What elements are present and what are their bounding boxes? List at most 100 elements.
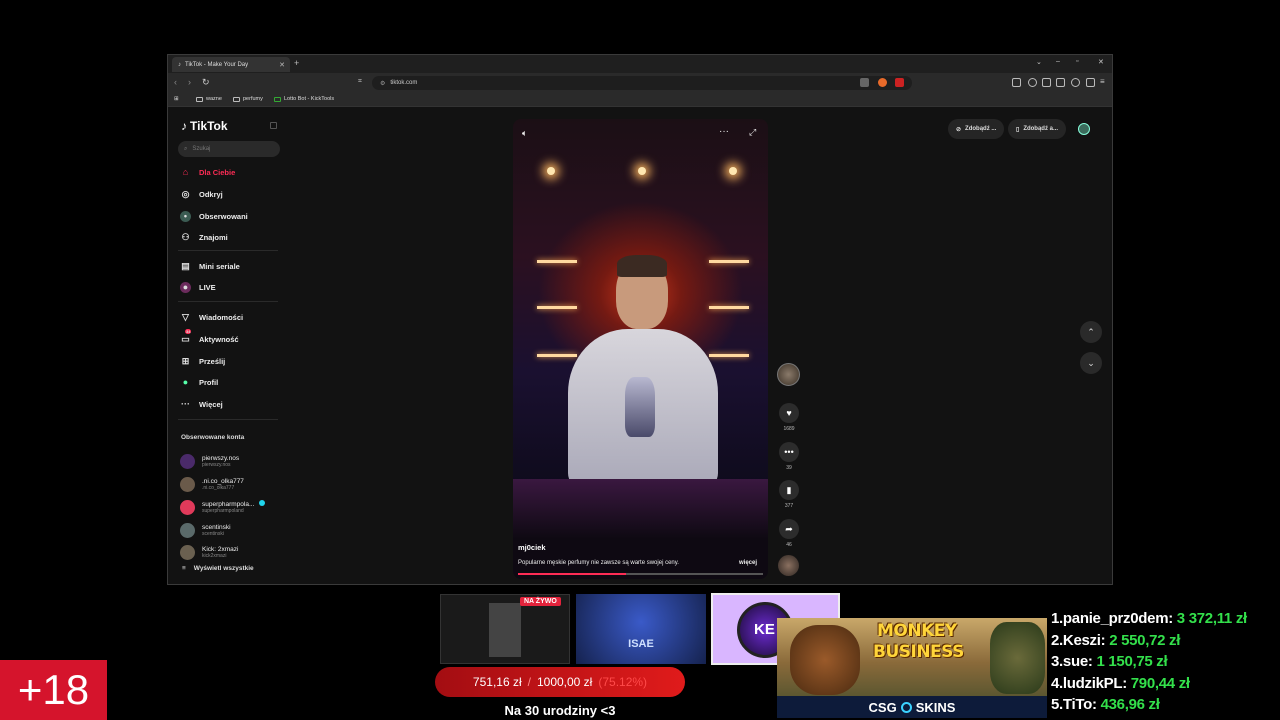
followed-account[interactable]: .ni.co_olka777 .ni.co_olka777 xyxy=(180,475,244,493)
stream-thumbnail[interactable] xyxy=(576,594,706,664)
vpn-icon[interactable] xyxy=(1086,78,1095,87)
tab-search-icon[interactable]: ⌄ xyxy=(1036,58,1042,66)
music-disc-icon[interactable] xyxy=(778,555,799,576)
nav-more[interactable]: ··· Więcej xyxy=(180,397,223,411)
comment-button[interactable]: ••• 39 xyxy=(777,442,801,471)
tiktok-note-icon: ♪ xyxy=(181,119,187,133)
bookmark-lotto-bot[interactable]: Lotto Bot - KickTools xyxy=(274,96,334,102)
divider xyxy=(178,301,278,302)
avatar xyxy=(180,453,195,469)
video-caption: Popularne męskie perfumy nie zawsze są w… xyxy=(518,560,679,566)
reload-button[interactable]: ↻ xyxy=(202,77,210,88)
heart-icon: ♥ xyxy=(779,403,799,423)
video-author[interactable]: mj0ciek xyxy=(518,543,546,552)
leo-icon[interactable] xyxy=(1071,78,1080,87)
fullscreen-icon[interactable]: ⤢ xyxy=(749,127,756,138)
list-icon: ≡ xyxy=(182,565,186,572)
tiktok-logo[interactable]: ♪ TikTok xyxy=(181,119,228,133)
collapse-sidebar-icon[interactable] xyxy=(270,122,277,129)
wallet-icon[interactable] xyxy=(1056,78,1065,87)
following-avatar-icon: • xyxy=(180,210,191,222)
leaderboard-row: 2.Keszi: 2 550,72 zł xyxy=(1051,631,1181,649)
bookmark-wazne[interactable]: wazne xyxy=(196,96,222,102)
rewards-icon[interactable] xyxy=(895,78,904,87)
minimize-button[interactable]: – xyxy=(1056,58,1060,65)
creator-avatar[interactable] xyxy=(777,363,800,386)
extensions-icon[interactable] xyxy=(1012,78,1021,87)
compass-icon: ◎ xyxy=(181,188,190,199)
shelf-light xyxy=(537,260,577,263)
share-icon: ➦ xyxy=(779,519,799,539)
presenter-hair xyxy=(617,255,667,277)
divider xyxy=(178,250,278,251)
menu-icon[interactable]: ≡ xyxy=(1100,77,1105,86)
save-button[interactable]: ▮ 377 xyxy=(777,480,801,509)
followed-account[interactable]: superpharmpola... superpharmpoland xyxy=(180,498,266,516)
back-button[interactable]: ‹ xyxy=(174,77,177,87)
coin-icon: ⊘ xyxy=(956,126,962,133)
site-info-icon[interactable]: ⚙ xyxy=(380,80,385,87)
send-icon: ▽ xyxy=(182,311,189,322)
user-avatar[interactable] xyxy=(1078,123,1090,135)
previous-video-button[interactable]: ⌃ xyxy=(1080,321,1102,343)
series-icon: ▤ xyxy=(181,260,190,271)
folder-icon xyxy=(196,96,203,102)
divider xyxy=(178,419,278,420)
video-progress[interactable] xyxy=(518,573,763,575)
nav-for-you[interactable]: ⌂ Dla Ciebie xyxy=(180,165,235,179)
followed-account[interactable]: pierwszy.nos pierwszy.nos xyxy=(180,452,239,470)
nav-following[interactable]: • Obserwowani xyxy=(180,209,248,223)
show-all-button[interactable]: ≡ Wyświetl wszystkie xyxy=(182,565,254,572)
search-input[interactable]: ⌕ Szukaj xyxy=(178,141,280,157)
brave-shield-icon[interactable] xyxy=(878,78,887,87)
next-video-button[interactable]: ⌄ xyxy=(1080,352,1102,374)
goal-percent: (75.12%) xyxy=(598,675,648,689)
music-icon[interactable] xyxy=(1028,78,1037,87)
volume-icon[interactable]: 🔈︎ xyxy=(522,128,527,139)
nav-mini-series[interactable]: ▤ Mini seriale xyxy=(180,259,240,273)
like-button[interactable]: ♥ 1689 xyxy=(777,403,801,432)
nav-activity[interactable]: ▭ 34 Aktywność xyxy=(180,328,239,346)
video-player[interactable]: 🔈︎ ··· ⤢ mj0ciek Popularne męskie perfum… xyxy=(513,119,768,579)
more-options-icon[interactable]: ··· xyxy=(719,126,729,137)
bookmark-perfumy[interactable]: perfumy xyxy=(233,96,263,102)
url-bar[interactable]: ⚙ tiktok.com xyxy=(372,76,912,90)
new-tab-button[interactable]: + xyxy=(294,58,299,68)
shelf-light xyxy=(709,306,749,309)
apps-icon[interactable]: ⊞ xyxy=(174,96,179,102)
perfume-bottle xyxy=(625,377,655,437)
monkey-character xyxy=(790,625,860,695)
nav-profile[interactable]: ● Profil xyxy=(180,375,218,389)
bookmark-icon[interactable]: ⌗ xyxy=(358,78,362,86)
shelf-light xyxy=(709,260,749,263)
leaderboard-row: 5.TiTo: 436,96 zł xyxy=(1051,696,1160,714)
followed-account[interactable]: scentinski scentinski xyxy=(180,521,231,539)
channel-logo-text: KE xyxy=(754,621,775,638)
light xyxy=(729,167,737,175)
nav-messages[interactable]: ▽ Wiadomości xyxy=(180,310,243,324)
nav-explore[interactable]: ◎ Odkryj xyxy=(180,187,223,201)
extension-icon[interactable] xyxy=(860,78,869,87)
followed-account[interactable]: Kick: 2xmazi kick2xmazi xyxy=(180,543,238,561)
get-app-button[interactable]: ▯ Zdobądź a... xyxy=(1008,119,1066,139)
close-tab-icon[interactable]: ✕ xyxy=(279,61,285,69)
live-icon: ● xyxy=(180,281,191,293)
banner-footer: CSG SKINS xyxy=(777,696,1047,718)
maximize-button[interactable]: ▫ xyxy=(1076,58,1078,65)
address-row: ‹ › ↻ ⌗ ⚙ tiktok.com ≡ xyxy=(168,73,1112,93)
nav-upload[interactable]: ⊞ Prześlij xyxy=(180,354,226,368)
browser-tab[interactable]: ♪ TikTok - Make Your Day ✕ xyxy=(172,57,290,72)
light xyxy=(638,167,646,175)
shelf-light xyxy=(537,354,577,357)
forward-button[interactable]: › xyxy=(188,77,191,87)
caption-more-link[interactable]: więcej xyxy=(739,560,757,566)
avatar xyxy=(180,522,195,538)
donation-goal-bar: 751,16 zł / 1000,00 zł (75.12%) xyxy=(435,667,685,697)
close-window-button[interactable]: ✕ xyxy=(1098,58,1104,66)
nav-friends[interactable]: ⚇ Znajomi xyxy=(180,230,227,244)
get-coins-button[interactable]: ⊘ Zdobądź ... xyxy=(948,119,1005,139)
share-button[interactable]: ➦ 46 xyxy=(777,519,801,548)
nav-live[interactable]: ● LIVE xyxy=(180,280,216,294)
target-icon xyxy=(900,701,912,713)
sidebar-icon[interactable] xyxy=(1042,78,1051,87)
